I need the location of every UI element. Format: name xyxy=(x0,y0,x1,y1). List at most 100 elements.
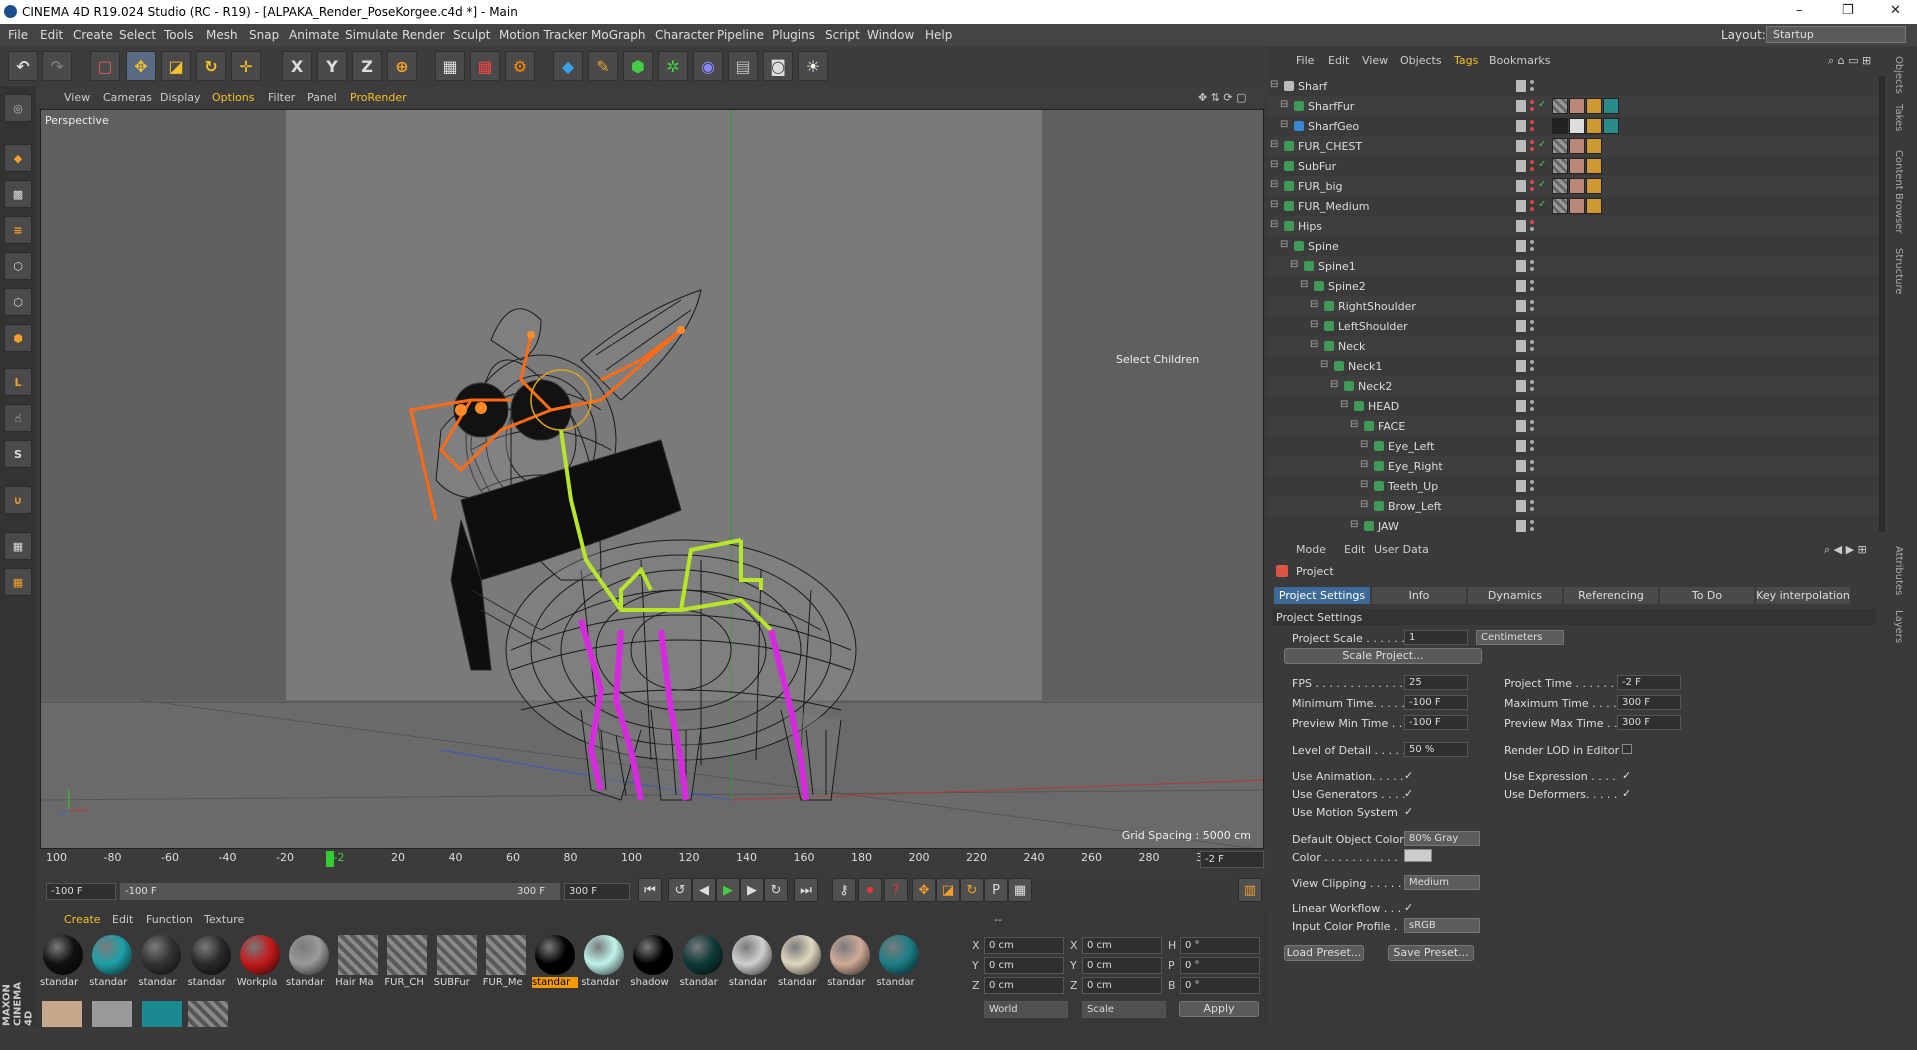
camera-icon[interactable]: ◙ xyxy=(763,51,793,81)
render-visibility-dot[interactable] xyxy=(1530,507,1534,511)
objects-search-icon[interactable]: ⌕ ⌂ ▭ ⊞ xyxy=(1828,54,1871,68)
save-preset-button[interactable]: Save Preset... xyxy=(1388,945,1474,961)
object-row[interactable]: ⊟ Eye_Right xyxy=(1268,456,1883,476)
live-selection-icon[interactable]: ▢ xyxy=(90,51,120,81)
expand-toggle-icon[interactable]: ⊟ xyxy=(1310,339,1318,350)
menu-window[interactable]: Window xyxy=(867,28,914,42)
attr-nav-icons[interactable]: ⌕ ◀ ▶ ⊞ xyxy=(1824,543,1867,557)
object-tag-icon[interactable] xyxy=(1552,98,1568,114)
objects-menu-view[interactable]: View xyxy=(1362,54,1388,67)
render-visibility-dot[interactable] xyxy=(1530,407,1534,411)
render-visibility-dot[interactable] xyxy=(1530,267,1534,271)
material-item[interactable]: standar xyxy=(89,935,135,995)
render-visibility-dot[interactable] xyxy=(1530,167,1534,171)
transform-icon[interactable]: ✛ xyxy=(231,51,261,81)
world-coordinates-icon[interactable]: ⊕ xyxy=(387,51,417,81)
object-row[interactable]: ⊟ Spine2 xyxy=(1268,276,1883,296)
tab-to-do[interactable]: To Do xyxy=(1660,587,1754,604)
rotate-icon[interactable]: ↻ xyxy=(196,51,226,81)
object-tag-icon[interactable] xyxy=(1586,158,1602,174)
menu-help[interactable]: Help xyxy=(925,28,952,42)
object-tag-icon[interactable] xyxy=(1569,178,1585,194)
editor-visibility-dot[interactable] xyxy=(1530,460,1534,464)
object-tag-icon[interactable] xyxy=(1552,118,1568,134)
object-row[interactable]: ⊟ FUR_Medium ✓ xyxy=(1268,196,1883,216)
expand-toggle-icon[interactable]: ⊟ xyxy=(1270,179,1278,190)
record-rotation-icon[interactable]: ↻ xyxy=(960,878,984,902)
editor-visibility-dot[interactable] xyxy=(1530,180,1534,184)
material-item[interactable]: standar xyxy=(581,935,627,995)
rot-p-field[interactable]: 0 ° xyxy=(1180,957,1260,974)
menu-mesh[interactable]: Mesh xyxy=(206,28,238,42)
editor-visibility-dot[interactable] xyxy=(1530,400,1534,404)
menu-file[interactable]: File xyxy=(8,28,28,42)
enabled-check[interactable]: ✓ xyxy=(1538,159,1546,170)
undo-icon[interactable]: ↶ xyxy=(8,51,38,81)
menu-sculpt[interactable]: Sculpt xyxy=(453,28,490,42)
material-menu-texture[interactable]: Texture xyxy=(204,913,244,926)
render-visibility-dot[interactable] xyxy=(1530,107,1534,111)
use-expression-checkbox[interactable]: ✓ xyxy=(1622,769,1631,782)
scale-project-button[interactable]: Scale Project... xyxy=(1284,648,1482,664)
object-tag-icon[interactable] xyxy=(1586,98,1602,114)
attr-menu-mode[interactable]: Mode xyxy=(1296,543,1326,556)
menu-tools[interactable]: Tools xyxy=(164,28,194,42)
objects-menu-objects[interactable]: Objects xyxy=(1400,54,1442,67)
expand-toggle-icon[interactable]: ⊟ xyxy=(1310,299,1318,310)
material-menu-edit[interactable]: Edit xyxy=(112,913,133,926)
object-row[interactable]: ⊟ FUR_big ✓ xyxy=(1268,176,1883,196)
material-menu-create[interactable]: Create xyxy=(64,913,101,926)
coordinate-mode-dropdown[interactable]: World xyxy=(984,1001,1068,1018)
playhead-marker[interactable] xyxy=(326,851,334,867)
render-visibility-dot[interactable] xyxy=(1530,327,1534,331)
pos-x-field[interactable]: 0 cm xyxy=(984,937,1064,954)
tab-referencing[interactable]: Referencing xyxy=(1564,587,1658,604)
size-mode-dropdown[interactable]: Scale xyxy=(1082,1001,1166,1018)
object-tag-icon[interactable] xyxy=(1552,178,1568,194)
render-visibility-dot[interactable] xyxy=(1530,287,1534,291)
render-visibility-dot[interactable] xyxy=(1530,207,1534,211)
object-row[interactable]: ⊟ JAW xyxy=(1268,516,1883,536)
snap-icon[interactable]: S xyxy=(4,440,32,468)
rot-b-field[interactable]: 0 ° xyxy=(1180,977,1260,994)
editor-visibility-dot[interactable] xyxy=(1530,120,1534,124)
object-tag-icon[interactable] xyxy=(1552,198,1568,214)
expand-toggle-icon[interactable]: ⊟ xyxy=(1350,519,1358,530)
load-preset-button[interactable]: Load Preset... xyxy=(1284,945,1364,961)
object-tag-icon[interactable] xyxy=(1603,118,1619,134)
make-editable-icon[interactable]: ◎ xyxy=(4,94,32,122)
editor-visibility-dot[interactable] xyxy=(1530,500,1534,504)
size-y-field[interactable]: 0 cm xyxy=(1082,957,1162,974)
editor-visibility-dot[interactable] xyxy=(1530,340,1534,344)
material-item[interactable]: standar xyxy=(286,935,332,995)
render-visibility-dot[interactable] xyxy=(1530,447,1534,451)
render-picture-viewer-icon[interactable]: ▦ xyxy=(470,51,500,81)
viewport-menu-filter[interactable]: Filter xyxy=(268,91,295,104)
render-visibility-dot[interactable] xyxy=(1530,487,1534,491)
render-visibility-dot[interactable] xyxy=(1530,427,1534,431)
next-key-icon[interactable]: ↻ xyxy=(764,878,788,902)
expand-toggle-icon[interactable]: ⊟ xyxy=(1270,159,1278,170)
expand-toggle-icon[interactable]: ⊟ xyxy=(1270,79,1278,90)
workplane-mode-icon[interactable]: ≡ xyxy=(4,216,32,244)
object-row[interactable]: ⊟ Sharf xyxy=(1268,76,1883,96)
material-thumb-extra-1[interactable] xyxy=(42,1001,82,1027)
workplane-icon[interactable]: ▦ xyxy=(4,532,32,560)
expand-toggle-icon[interactable]: ⊟ xyxy=(1280,99,1288,110)
render-lod-checkbox[interactable] xyxy=(1622,744,1632,754)
side-tab-attributes[interactable]: Attributes xyxy=(1893,546,1904,595)
editor-visibility-dot[interactable] xyxy=(1530,80,1534,84)
menu-script[interactable]: Script xyxy=(825,28,860,42)
redo-icon[interactable]: ↷ xyxy=(42,51,72,81)
view-clipping-dropdown[interactable]: Medium xyxy=(1404,875,1480,890)
end-frame-field[interactable]: 300 F xyxy=(564,883,630,900)
material-item[interactable]: standar xyxy=(729,935,775,995)
render-visibility-dot[interactable] xyxy=(1530,467,1534,471)
menu-create[interactable]: Create xyxy=(73,28,113,42)
object-row[interactable]: ⊟ SubFur ✓ xyxy=(1268,156,1883,176)
material-item[interactable]: standar xyxy=(876,935,922,995)
project-scale-field[interactable]: 1 xyxy=(1404,630,1468,645)
object-row[interactable]: ⊟ SharfGeo xyxy=(1268,116,1883,136)
editor-visibility-dot[interactable] xyxy=(1530,520,1534,524)
viewport-menu-prorender[interactable]: ProRender xyxy=(350,91,407,104)
